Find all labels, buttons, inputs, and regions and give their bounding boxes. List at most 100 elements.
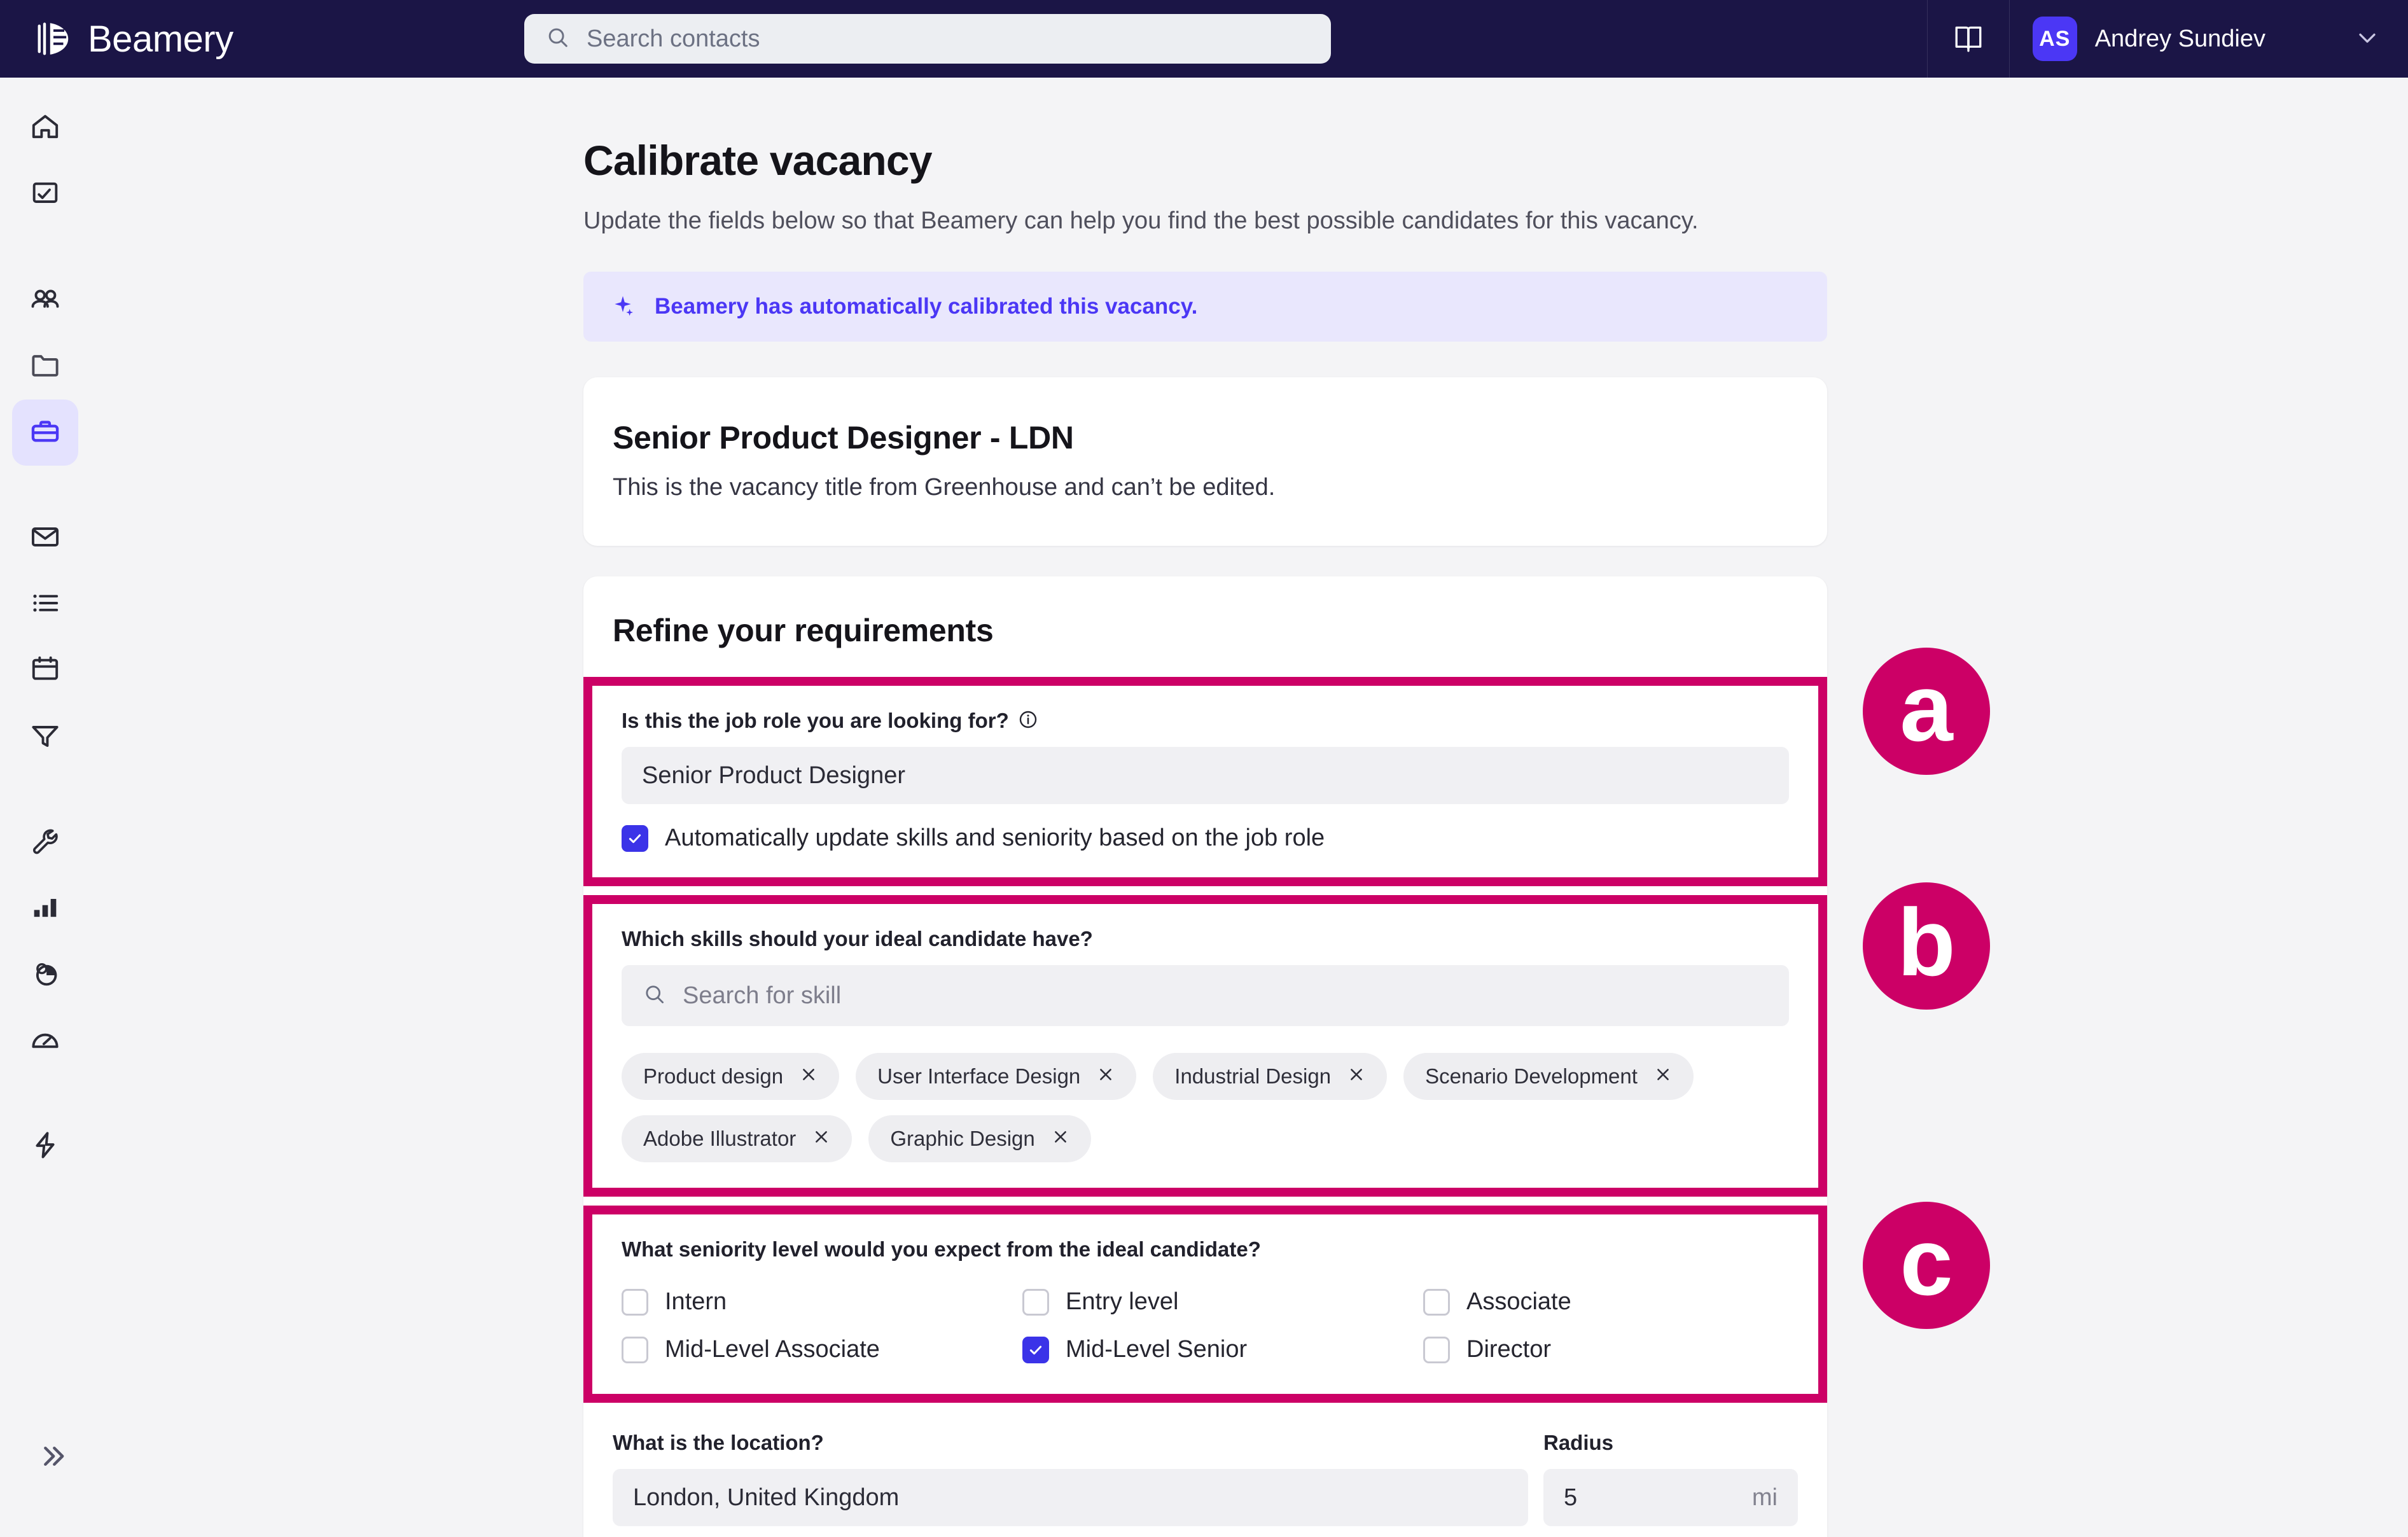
sparkle-icon [610,293,636,321]
envelope-icon [29,520,62,557]
sidebar [0,78,90,1537]
folder-icon [29,349,62,385]
refine-requirements-card: Refine your requirements Is this the job… [583,576,1990,1537]
avatar: AS [2032,17,2077,61]
location-section: What is the location? London, United Kin… [583,1403,1827,1537]
close-icon[interactable] [1052,1127,1069,1151]
people-icon [29,282,62,319]
top-bar: Beamery Search contacts AS Andrey Sundie… [0,0,2408,78]
skill-tag-label: Graphic Design [890,1127,1035,1150]
auto-update-label: Automatically update skills and seniorit… [665,824,1325,851]
skill-tag[interactable]: Graphic Design [868,1115,1091,1162]
info-icon[interactable] [1018,709,1038,733]
banner-text: Beamery has automatically calibrated thi… [655,294,1198,319]
seniority-checkbox[interactable] [622,1288,648,1316]
vacancy-description: This is the vacancy title from Greenhous… [613,474,1276,501]
beamery-logo-icon [34,19,74,59]
seniority-checkbox[interactable] [622,1336,648,1363]
sidebar-item-messages[interactable] [12,505,78,571]
skill-tag-label: User Interface Design [877,1064,1081,1088]
refine-requirements-heading: Refine your requirements [613,613,994,648]
skill-tag[interactable]: Product design [622,1053,840,1100]
calibrate-vacancy-form: Calibrate vacancy Update the fields belo… [583,78,1990,1537]
sidebar-item-reports[interactable] [12,875,78,942]
sidebar-item-performance[interactable] [12,1008,78,1074]
vacancy-title: Senior Product Designer - LDN [613,420,1074,456]
sidebar-item-tasks[interactable] [12,162,78,228]
seniority-checkbox[interactable] [1022,1336,1049,1363]
skill-tag[interactable]: Scenario Development [1403,1053,1694,1100]
skill-tag-label: Product design [643,1064,784,1088]
home-icon [29,111,62,147]
radius-value: 5 [1564,1484,1578,1511]
global-search[interactable]: Search contacts [524,14,1331,64]
user-menu[interactable]: AS Andrey Sundiev [2010,0,2408,78]
sidebar-item-contacts[interactable] [12,267,78,333]
close-icon[interactable] [1097,1064,1115,1088]
wrench-icon [29,824,62,861]
seniority-option[interactable]: Entry level [1022,1288,1423,1316]
seniority-option[interactable]: Associate [1423,1288,1789,1316]
close-icon[interactable] [800,1064,818,1088]
radius-field: Radius 5 mi [1543,1431,1798,1526]
skill-search-input[interactable]: Search for skill [622,965,1789,1026]
seniority-option[interactable]: Mid-Level Senior [1022,1336,1423,1363]
auto-update-checkbox[interactable] [622,824,648,852]
sidebar-item-projects[interactable] [12,333,78,400]
bar-chart-icon [29,891,62,927]
chevrons-right-icon [35,1438,71,1477]
sidebar-item-home[interactable] [12,95,78,162]
search-icon [546,25,570,53]
seniority-option[interactable]: Mid-Level Associate [622,1336,1022,1363]
seniority-option-label: Mid-Level Associate [665,1336,880,1363]
radius-input[interactable]: 5 mi [1543,1469,1798,1526]
sidebar-item-vacancies[interactable] [12,400,78,466]
calendar-icon [29,653,62,689]
radius-unit: mi [1751,1484,1778,1511]
vacancy-title-card: Senior Product Designer - LDN This is th… [583,377,1827,546]
skill-tag-label: Industrial Design [1174,1064,1332,1088]
skill-tag[interactable]: Adobe Illustrator [622,1115,853,1162]
skill-tag-label: Adobe Illustrator [643,1127,797,1150]
knowledge-base-button[interactable] [1928,22,2009,57]
search-input[interactable]: Search contacts [587,25,760,53]
radius-label: Radius [1543,1431,1614,1454]
job-role-input[interactable]: Senior Product Designer [622,747,1789,804]
brand-logo[interactable]: Beamery [34,18,524,60]
user-name: Andrey Sundiev [2094,25,2265,52]
sidebar-collapse-button[interactable] [31,1435,75,1480]
seniority-checkbox[interactable] [1423,1336,1450,1363]
close-icon[interactable] [1654,1064,1672,1088]
sidebar-item-analytics[interactable] [12,942,78,1008]
brand-name: Beamery [88,18,233,60]
seniority-label: What seniority level would you expect fr… [622,1237,1261,1261]
seniority-options: Intern Entry level Associate Mid-Level A… [622,1268,1789,1363]
chevron-down-icon[interactable] [2353,24,2381,55]
close-icon[interactable] [1347,1064,1365,1088]
book-icon [1952,22,1984,57]
lightning-icon [29,1129,62,1165]
main-content: Calibrate vacancy Update the fields belo… [90,78,2408,1537]
seniority-option[interactable]: Director [1423,1336,1789,1363]
location-input[interactable]: London, United Kingdom [613,1469,1528,1526]
close-icon[interactable] [812,1127,830,1151]
seniority-option-label: Associate [1466,1288,1571,1315]
skill-tag[interactable]: Industrial Design [1153,1053,1388,1100]
seniority-option[interactable]: Intern [622,1288,1022,1316]
briefcase-icon [29,415,62,451]
seniority-checkbox[interactable] [1423,1288,1450,1316]
sidebar-item-calendar[interactable] [12,637,78,704]
auto-update-row[interactable]: Automatically update skills and seniorit… [622,824,1789,852]
sidebar-item-automation[interactable] [12,1113,78,1179]
top-bar-right: AS Andrey Sundiev [1926,0,2408,78]
sidebar-item-settings[interactable] [12,809,78,875]
seniority-checkbox[interactable] [1022,1288,1049,1316]
list-icon [29,587,62,623]
annotation-badge-b: b [1863,882,1990,1010]
pie-chart-icon [29,957,62,993]
sidebar-item-lists[interactable] [12,571,78,637]
skill-tag[interactable]: User Interface Design [856,1053,1137,1100]
skills-label: Which skills should your ideal candidate… [622,927,1093,950]
sidebar-item-filters[interactable] [12,704,78,770]
task-board-icon [29,177,62,213]
